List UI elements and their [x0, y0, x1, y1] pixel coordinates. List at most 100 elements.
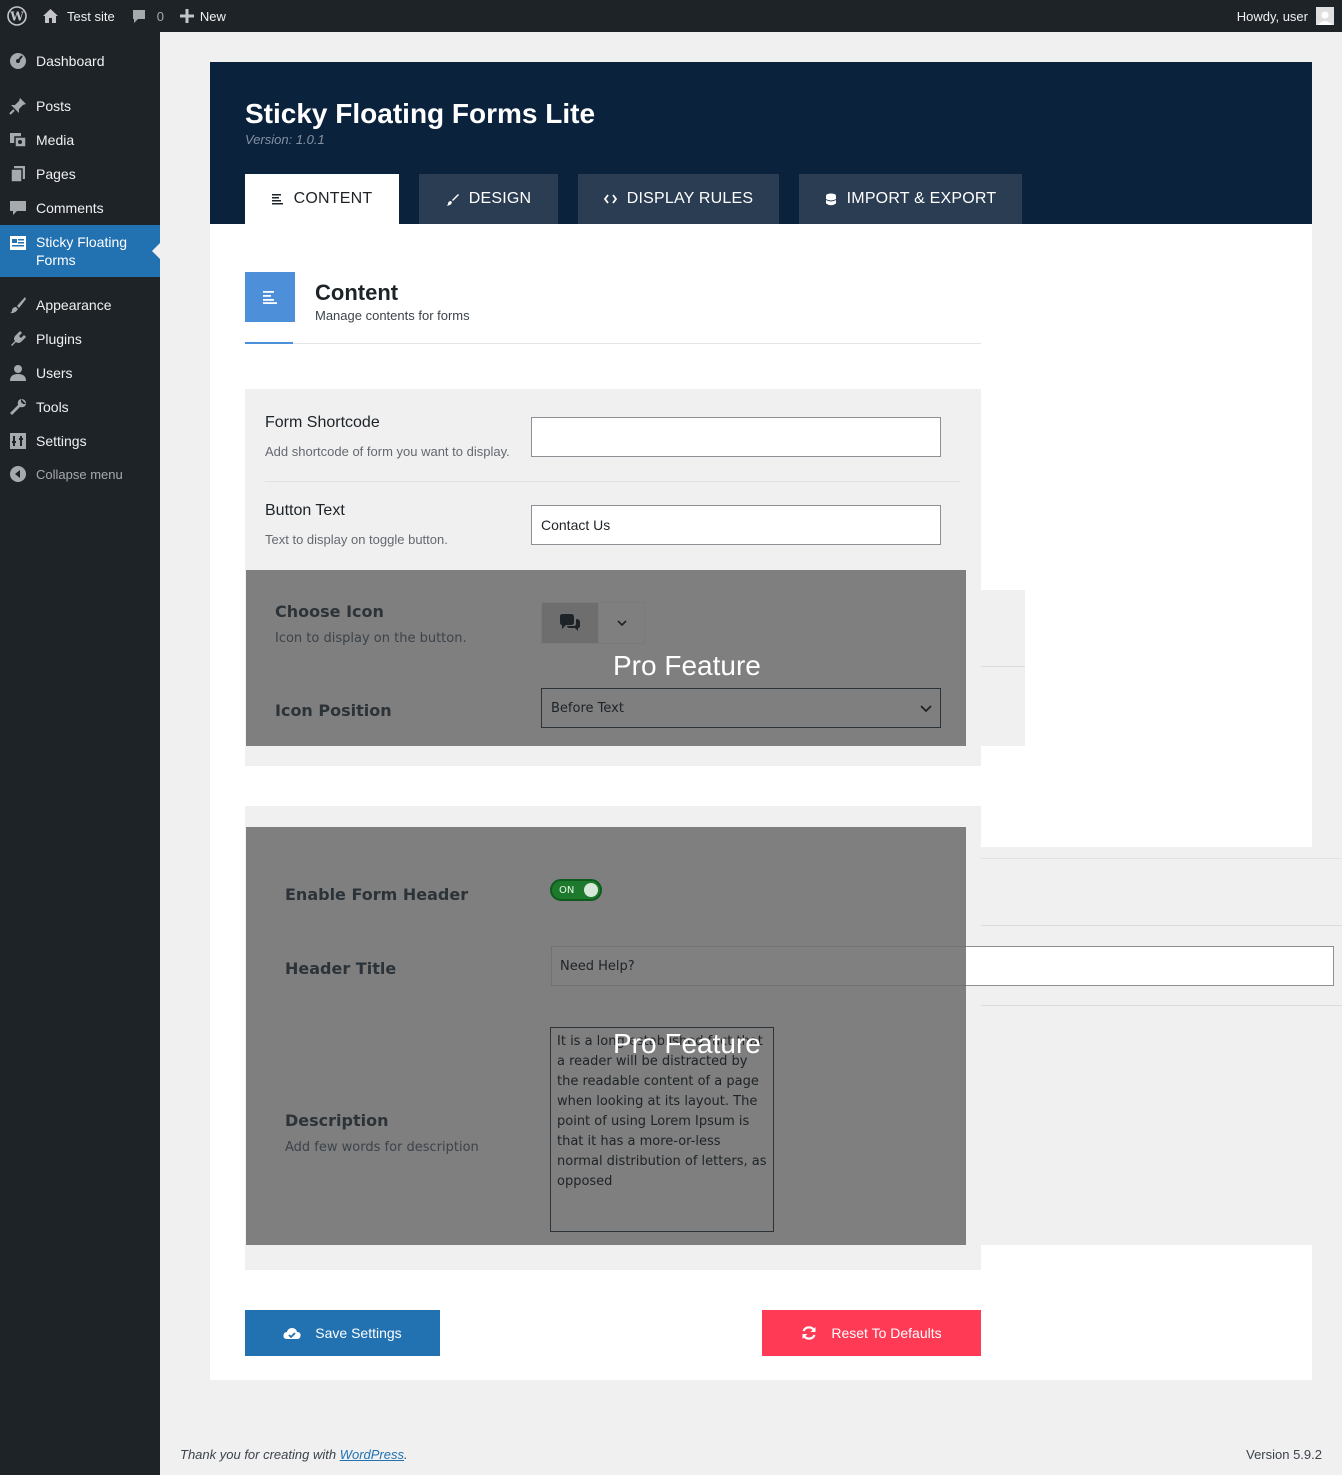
pro-feature-label: Pro Feature [613, 1028, 761, 1059]
comments-link[interactable]: 0 [123, 0, 172, 32]
sidebar-item-label: Posts [36, 98, 72, 114]
sidebar-item-users[interactable]: Users [0, 357, 160, 389]
svg-text:W: W [9, 10, 24, 24]
sidebar-item-label-line2: Forms [36, 252, 76, 268]
header-title-label: Header Title [285, 959, 397, 978]
icon-position-value: Before Text [551, 700, 624, 716]
button-text-input[interactable]: Contact Us [531, 505, 941, 545]
tab-label: DESIGN [468, 190, 532, 207]
wordpress-link[interactable]: WordPress [340, 1447, 404, 1462]
sidebar-item-label: Settings [36, 433, 87, 449]
sidebar-item-label: Dashboard [36, 53, 105, 69]
comments-count: 0 [156, 8, 164, 24]
database-icon [825, 193, 837, 206]
pushpin-icon [9, 97, 27, 115]
form-shortcode-description: Add shortcode of form you want to displa… [265, 444, 510, 459]
sidebar-item-appearance[interactable]: Appearance [0, 289, 160, 321]
choose-icon-label: Choose Icon [275, 602, 384, 621]
new-content-link[interactable]: New [172, 0, 234, 32]
brush-icon [446, 193, 459, 206]
sidebar-item-label: Comments [36, 200, 104, 216]
button-text-description: Text to display on toggle button. [265, 532, 448, 547]
section-accent-underline [245, 342, 293, 344]
plugin-icon [9, 330, 27, 348]
sidebar-item-sticky-floating-forms[interactable]: Sticky Floating Forms [0, 225, 160, 277]
home-icon [42, 8, 59, 24]
wrench-icon [9, 398, 27, 416]
reset-to-defaults-label: Reset To Defaults [831, 1325, 942, 1341]
comments-icon [542, 603, 600, 643]
description-label: Description [285, 1111, 389, 1130]
sidebar-item-label: Plugins [36, 331, 82, 347]
tab-import-export[interactable]: IMPORT & EXPORT [799, 174, 1022, 224]
section-title: Content [315, 280, 399, 305]
enable-form-header-label: Enable Form Header [285, 885, 469, 904]
tab-label: DISPLAY RULES [626, 190, 754, 207]
user-account-menu[interactable]: Howdy, user [1229, 0, 1342, 32]
media-icon [9, 131, 27, 149]
admin-sidebar: Dashboard Posts Media Pages Comments Sti… [0, 32, 160, 1475]
toggle-knob [584, 883, 598, 897]
wordpress-logo-icon: W [7, 6, 27, 26]
collapse-menu-label: Collapse menu [36, 466, 123, 482]
plus-icon [179, 9, 194, 23]
site-name-link[interactable]: Test site [34, 0, 123, 32]
field-divider [285, 1005, 966, 1006]
sidebar-item-comments[interactable]: Comments [0, 192, 160, 224]
icon-position-select[interactable]: Before Text [541, 688, 941, 728]
collapse-icon [9, 465, 27, 483]
icon-picker[interactable] [541, 602, 645, 644]
tab-design[interactable]: DESIGN [419, 174, 558, 224]
sidebar-item-label: Media [36, 132, 75, 148]
tab-display-rules[interactable]: DISPLAY RULES [578, 174, 779, 224]
dashboard-icon [9, 52, 27, 70]
enable-form-header-toggle[interactable]: ON [550, 879, 602, 901]
sidebar-item-media[interactable]: Media [0, 124, 160, 156]
toggle-state-text: ON [559, 884, 575, 896]
pages-icon [9, 165, 27, 183]
form-shortcode-input[interactable] [531, 417, 941, 457]
wordpress-logo-button[interactable]: W [0, 0, 34, 32]
avatar [1316, 7, 1334, 25]
sidebar-item-posts[interactable]: Posts [0, 90, 160, 122]
howdy-text: Howdy, user [1236, 8, 1308, 24]
tab-label: CONTENT [293, 190, 373, 207]
sidebar-item-pages[interactable]: Pages [0, 158, 160, 190]
cloud-upload-icon [283, 1327, 301, 1340]
save-settings-label: Save Settings [315, 1325, 402, 1341]
sidebar-item-plugins[interactable]: Plugins [0, 323, 160, 355]
collapse-menu-button[interactable]: Collapse menu [0, 458, 160, 490]
pro-feature-label: Pro Feature [613, 650, 761, 681]
comment-icon [9, 199, 27, 217]
tab-content[interactable]: CONTENT [245, 174, 399, 224]
form-icon [9, 234, 27, 252]
section-header: Content Manage contents for forms [245, 272, 981, 344]
align-left-icon [271, 193, 284, 205]
sidebar-item-label: Appearance [36, 297, 112, 313]
button-text-label: Button Text [265, 502, 345, 519]
plugin-settings-wrap: Sticky Floating Forms Lite Version: 1.0.… [210, 62, 1342, 1380]
reset-to-defaults-button[interactable]: Reset To Defaults [762, 1310, 981, 1356]
comment-icon [131, 9, 147, 24]
sidebar-item-tools[interactable]: Tools [0, 391, 160, 423]
sidebar-item-settings[interactable]: Settings [0, 425, 160, 457]
brush-icon [9, 296, 27, 314]
choose-icon-description: Icon to display on the button. [275, 631, 467, 646]
sidebar-item-label-line1: Sticky Floating [36, 234, 128, 250]
plugin-header: Sticky Floating Forms Lite Version: 1.0.… [210, 62, 1312, 224]
form-shortcode-label: Form Shortcode [265, 414, 380, 431]
panel-overflow [981, 847, 1342, 1245]
field-divider [265, 481, 961, 482]
tab-label: IMPORT & EXPORT [846, 190, 997, 207]
new-label: New [199, 8, 226, 24]
admin-bar: W Test site 0 New Howdy, user [0, 0, 1342, 32]
field-divider [981, 925, 1342, 926]
save-settings-button[interactable]: Save Settings [245, 1310, 440, 1356]
panel-overflow [981, 590, 1025, 746]
field-divider [981, 1005, 1342, 1006]
field-divider [981, 666, 1025, 667]
plugin-title: Sticky Floating Forms Lite [245, 98, 596, 129]
footer-thanks: Thank you for creating with WordPress. [180, 1447, 408, 1462]
refresh-icon [801, 1325, 817, 1341]
sidebar-item-dashboard[interactable]: Dashboard [0, 45, 160, 77]
